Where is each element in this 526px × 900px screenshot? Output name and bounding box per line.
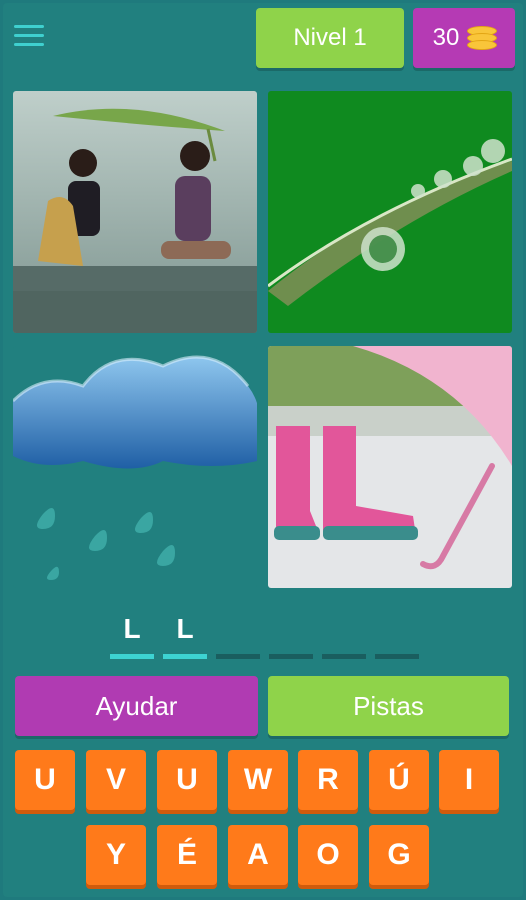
- letter-key[interactable]: O: [298, 825, 358, 885]
- level-label: Nivel 1: [293, 24, 367, 51]
- letter-key[interactable]: W: [228, 750, 288, 810]
- coins-count: 30: [432, 24, 460, 51]
- coins-icon: [467, 26, 498, 50]
- picture-boots-umbrella[interactable]: [268, 346, 512, 588]
- answer-slot[interactable]: [322, 613, 366, 659]
- picture-rain-cloud[interactable]: [13, 346, 257, 588]
- picture-water-drops[interactable]: [268, 91, 512, 333]
- letter-key[interactable]: Ú: [369, 750, 429, 810]
- letter-key[interactable]: V: [86, 750, 146, 810]
- answer-slot[interactable]: L: [110, 613, 154, 659]
- letter-key[interactable]: A: [228, 825, 288, 885]
- answer-slot[interactable]: [216, 613, 260, 659]
- answer-slot[interactable]: [269, 613, 313, 659]
- letter-key[interactable]: É: [157, 825, 217, 885]
- answer-letter: L: [123, 613, 141, 644]
- coins-badge[interactable]: 30: [413, 8, 515, 68]
- answer-slot[interactable]: L: [163, 613, 207, 659]
- answer-letter: L: [176, 613, 194, 644]
- answer-slot[interactable]: [375, 613, 419, 659]
- level-badge: Nivel 1: [256, 8, 404, 68]
- help-button[interactable]: Ayudar: [15, 676, 258, 736]
- letter-key[interactable]: U: [157, 750, 217, 810]
- letter-key[interactable]: R: [298, 750, 358, 810]
- menu-icon[interactable]: [14, 25, 44, 49]
- letter-key[interactable]: Y: [86, 825, 146, 885]
- letter-key[interactable]: I: [439, 750, 499, 810]
- hints-button[interactable]: Pistas: [268, 676, 509, 736]
- letter-key[interactable]: U: [15, 750, 75, 810]
- letter-key[interactable]: G: [369, 825, 429, 885]
- picture-rain-leaf[interactable]: [13, 91, 257, 333]
- answer-slots: L L: [110, 613, 419, 659]
